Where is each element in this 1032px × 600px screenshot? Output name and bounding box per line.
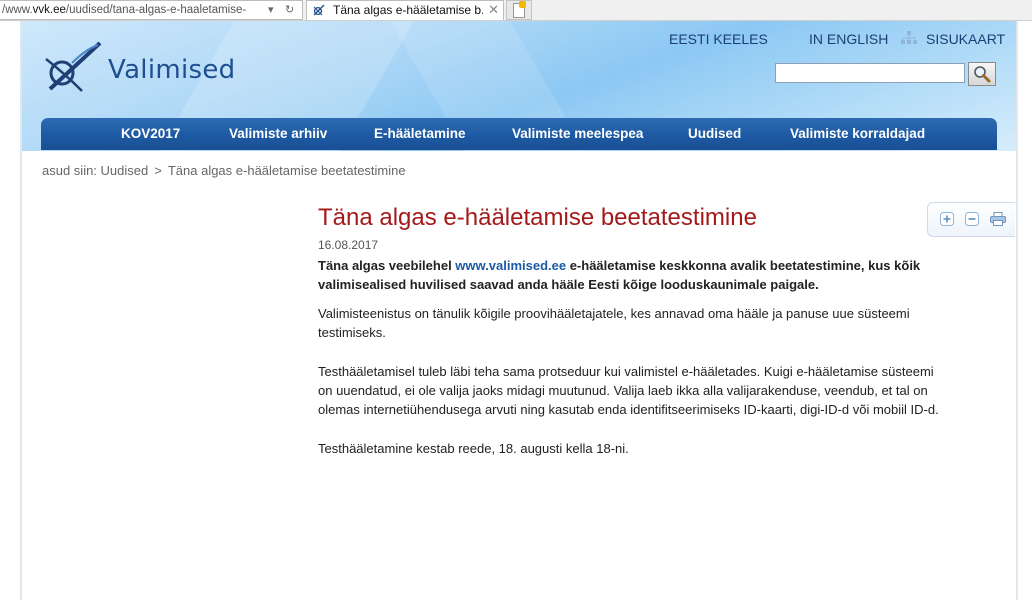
nav-item-valimiste-meelespea[interactable]: Valimiste meelespea bbox=[512, 118, 643, 150]
new-tab-icon[interactable] bbox=[506, 0, 532, 20]
article-paragraph: Testhääletamine kestab reede, 18. august… bbox=[318, 441, 629, 456]
breadcrumb-item-current: Täna algas e-hääletamise beetatestimine bbox=[167, 163, 406, 178]
address-prefix: /www. bbox=[2, 4, 33, 16]
sitemap-icon[interactable] bbox=[901, 31, 917, 45]
site-header: Valimised EESTI KEELES IN ENGLISH SISUKA… bbox=[22, 21, 1016, 151]
lead-text-start: Täna algas veebilehel bbox=[318, 258, 456, 273]
address-url[interactable]: /www.vvk.ee/uudised/tana-algas-e-haaleta… bbox=[0, 1, 264, 19]
article-date: 16.08.2017 bbox=[318, 238, 379, 252]
browser-tab[interactable]: Täna algas e-hääletamise b... ✕ bbox=[306, 0, 504, 20]
dropdown-arrow-icon[interactable]: ▾ bbox=[268, 1, 274, 19]
nav-item-uudised[interactable]: Uudised bbox=[688, 118, 741, 150]
zoom-out-icon[interactable] bbox=[965, 212, 979, 226]
magnifier-icon bbox=[974, 66, 991, 83]
logo-text: Valimised bbox=[108, 55, 236, 85]
search-button[interactable] bbox=[968, 62, 996, 86]
breadcrumb-prefix: asud siin: bbox=[42, 163, 97, 178]
breadcrumb: asud siin: Uudised > Täna algas e-hääletam… bbox=[42, 163, 406, 178]
nav-item-valimiste-arhiiv[interactable]: Valimiste arhiiv bbox=[229, 118, 327, 150]
breadcrumb-item-uudised[interactable]: Uudised bbox=[101, 163, 149, 178]
article-title: Täna algas e-hääletamise beetatestimine bbox=[318, 204, 757, 231]
favicon-icon bbox=[313, 4, 325, 16]
close-icon[interactable]: ✕ bbox=[488, 1, 499, 19]
main-navigation: KOV2017 Valimiste arhiiv E-hääletamine V… bbox=[41, 118, 997, 150]
browser-chrome: /www.vvk.ee/uudised/tana-algas-e-haaleta… bbox=[0, 0, 1032, 21]
print-icon[interactable] bbox=[990, 212, 1006, 226]
sitemap-link[interactable]: SISUKAART bbox=[926, 31, 1005, 47]
article: Täna algas e-hääletamise beetatestimine … bbox=[318, 203, 958, 458]
tab-title: Täna algas e-hääletamise b... bbox=[333, 3, 483, 17]
nav-item-e-haaletamine[interactable]: E-hääletamine bbox=[374, 118, 466, 150]
article-paragraph: Testhääletamisel tuleb läbi teha sama pr… bbox=[318, 364, 939, 417]
search-input[interactable] bbox=[775, 63, 965, 83]
nav-item-valimiste-korraldajad[interactable]: Valimiste korraldajad bbox=[790, 118, 925, 150]
top-links: EESTI KEELES IN ENGLISH SISUKAART bbox=[22, 31, 1016, 51]
address-domain: vvk.ee bbox=[32, 4, 66, 16]
address-path: /uudised/tana-algas-e-haaletamise- bbox=[65, 4, 247, 16]
nav-item-kov2017[interactable]: KOV2017 bbox=[121, 118, 180, 150]
lang-english-link[interactable]: IN ENGLISH bbox=[809, 31, 888, 47]
lead-link-valimised[interactable]: www.valimised.ee bbox=[455, 258, 566, 273]
refresh-icon[interactable]: ↻ bbox=[285, 1, 294, 19]
new-tab-star-shape bbox=[519, 1, 526, 8]
page-frame: Valimised EESTI KEELES IN ENGLISH SISUKA… bbox=[20, 21, 1018, 600]
breadcrumb-separator: > bbox=[154, 163, 162, 178]
address-bar[interactable]: /www.vvk.ee/uudised/tana-algas-e-haaleta… bbox=[0, 0, 303, 20]
article-lead: Täna algas veebilehel www.valimised.ee e… bbox=[318, 256, 938, 294]
lang-estonian-link[interactable]: EESTI KEELES bbox=[669, 31, 768, 47]
article-paragraph: Valimisteenistus on tänulik kõigile proo… bbox=[318, 306, 910, 340]
